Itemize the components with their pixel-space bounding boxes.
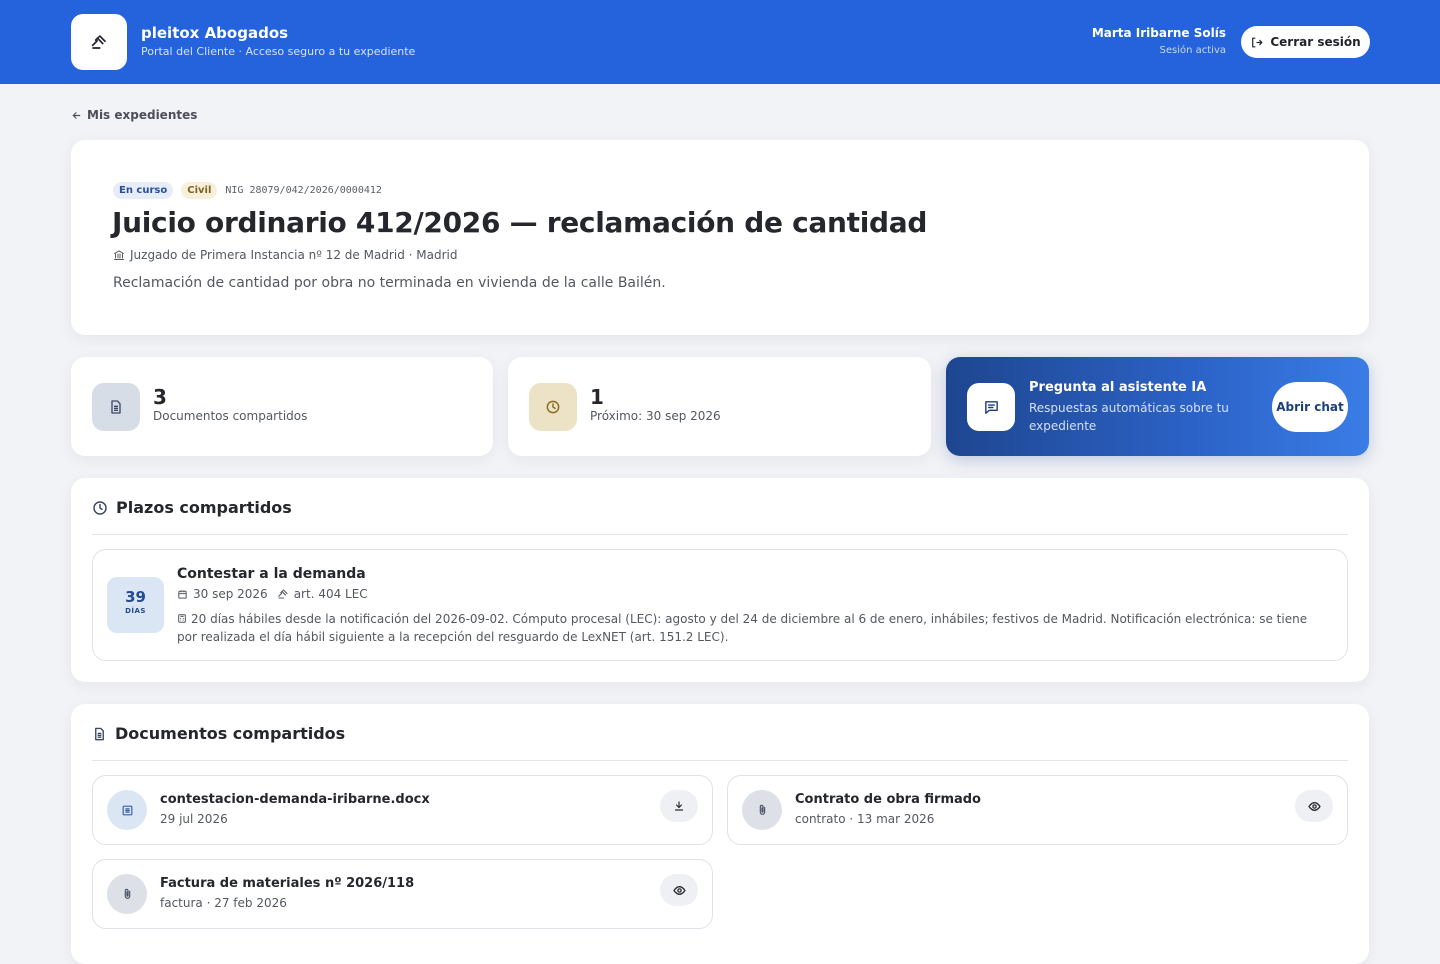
courthouse-icon [114, 250, 124, 260]
clock-icon [546, 400, 560, 414]
deadline-description-text: 20 días hábiles desde la notificación de… [177, 612, 1308, 644]
brand-tagline: Portal del Cliente · Acceso seguro a tu … [141, 45, 416, 58]
stat-document-badge [92, 383, 140, 431]
document-icon [95, 727, 104, 740]
document-meta: contrato · 13 mar 2026 [795, 812, 935, 826]
document-meta: 29 jul 2026 [160, 812, 228, 826]
next-deadline-label: Próximo: 30 sep 2026 [590, 409, 721, 423]
gavel-icon [91, 35, 106, 49]
doc-icon-badge [107, 790, 147, 830]
logout-button[interactable]: Cerrar sesión [1241, 26, 1370, 58]
document-icon [111, 400, 121, 414]
divider [92, 534, 1348, 535]
view-button[interactable] [660, 874, 698, 906]
documents-section: Documentos compartidos contestacion-dema… [71, 704, 1369, 964]
back-link-label: Mis expedientes [87, 108, 198, 122]
documents-count-label: Documentos compartidos [153, 409, 308, 423]
documents-heading: Documentos compartidos [92, 724, 345, 743]
documents-heading-label: Documentos compartidos [115, 724, 346, 743]
open-chat-button[interactable]: Abrir chat [1272, 382, 1348, 432]
days-remaining-badge: 39 DÍAS [107, 577, 164, 633]
stat-clock-badge [529, 383, 577, 431]
case-description: Reclamación de cantidad por obra no term… [113, 275, 666, 291]
document-item[interactable]: Factura de materiales nº 2026/118 factur… [92, 859, 713, 929]
deadline-item[interactable]: 39 DÍAS Contestar a la demanda 30 sep 20… [92, 549, 1348, 661]
calculator-icon [178, 614, 186, 623]
court-info: Juzgado de Primera Instancia nº 12 de Ma… [113, 248, 457, 262]
doc-icon-badge [742, 790, 782, 830]
chat-badge [967, 383, 1015, 431]
document-item[interactable]: contestacion-demanda-iribarne.docx 29 ju… [92, 775, 713, 845]
ai-assistant-card: Pregunta al asistente IA Respuestas auto… [946, 357, 1369, 456]
assistant-subtitle: Respuestas automáticas sobre tu expedien… [1029, 401, 1229, 433]
deadline-date: 30 sep 2026 [193, 587, 268, 601]
documents-stat-card: 3 Documentos compartidos [71, 357, 493, 456]
deadlines-heading-label: Plazos compartidos [116, 498, 292, 517]
eye-icon [672, 885, 686, 895]
document-title: Factura de materiales nº 2026/118 [160, 876, 415, 891]
logout-label: Cerrar sesión [1270, 35, 1361, 49]
document-title: contestacion-demanda-iribarne.docx [160, 792, 430, 807]
court-name: Juzgado de Primera Instancia nº 12 de Ma… [130, 248, 458, 262]
logout-icon [1252, 37, 1263, 47]
case-summary-card: En curso Civil NIG 28079/042/2026/000041… [71, 140, 1369, 335]
divider [92, 760, 1348, 761]
paperclip-icon [759, 804, 765, 815]
deadline-description: 20 días hábiles desde la notificación de… [177, 610, 1327, 646]
download-button[interactable] [660, 790, 698, 822]
document-title: Contrato de obra firmado [795, 792, 981, 807]
days-remaining-unit: DÍAS [125, 607, 146, 615]
gavel-icon [277, 589, 288, 599]
deadline-meta: 30 sep 2026 art. 404 LEC [177, 587, 368, 601]
case-type-badge: Civil [181, 182, 218, 199]
days-remaining-number: 39 [125, 588, 146, 606]
document-meta: factura · 27 feb 2026 [160, 896, 287, 910]
arrow-left-icon [72, 111, 81, 119]
top-bar: pleitox Abogados Portal del Cliente · Ac… [0, 0, 1440, 84]
deadlines-heading: Plazos compartidos [92, 498, 292, 517]
deadlines-section: Plazos compartidos 39 DÍAS Contestar a l… [71, 478, 1369, 682]
document-item[interactable]: Contrato de obra firmado contrato · 13 m… [727, 775, 1348, 845]
chat-icon [984, 400, 998, 414]
clock-icon [93, 500, 107, 515]
deadlines-count: 1 [590, 385, 604, 409]
status-badge: En curso [113, 182, 174, 199]
documents-count: 3 [153, 385, 167, 409]
case-title: Juicio ordinario 412/2026 — reclamación … [112, 206, 928, 239]
firm-logo[interactable] [71, 14, 127, 70]
download-icon [674, 801, 684, 811]
assistant-title: Pregunta al asistente IA [1029, 380, 1207, 395]
paperclip-icon [124, 888, 130, 899]
deadline-title: Contestar a la demanda [177, 566, 366, 582]
nig-code: NIG 28079/042/2026/0000412 [225, 185, 382, 196]
doc-icon-badge [107, 874, 147, 914]
deadline-article: art. 404 LEC [293, 587, 368, 601]
calendar-icon [178, 589, 187, 599]
back-to-cases-link[interactable]: Mis expedientes [71, 108, 197, 122]
view-button[interactable] [1295, 790, 1333, 822]
user-name: Marta Iribarne Solís [1091, 26, 1226, 40]
eye-icon [1307, 801, 1321, 811]
brand-name: pleitox Abogados [141, 24, 289, 42]
session-status: Sesión activa [1159, 45, 1227, 56]
deadlines-stat-card: 1 Próximo: 30 sep 2026 [508, 357, 931, 456]
text-file-icon [122, 805, 132, 815]
